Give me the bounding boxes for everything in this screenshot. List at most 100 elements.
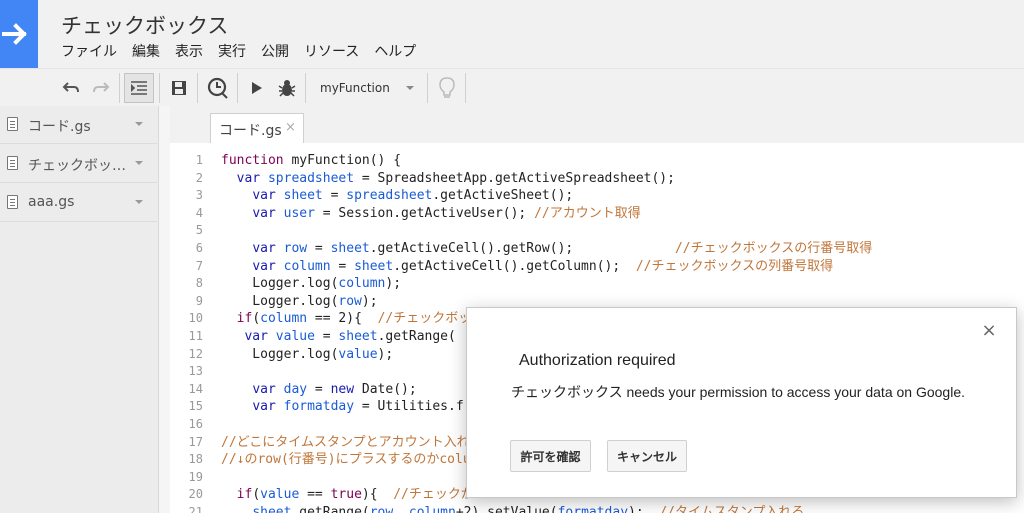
- code-line: Logger.log(row);: [221, 293, 378, 309]
- function-select[interactable]: myFunction: [312, 73, 422, 103]
- toolbar-divider: [305, 73, 306, 103]
- project-title[interactable]: チェックボックス: [61, 10, 228, 40]
- file-icon: [7, 156, 18, 170]
- triggers-button[interactable]: [204, 69, 232, 107]
- code-line: sheet.getRange(row, column+2).setValue(f…: [252, 505, 805, 513]
- line-number: 21: [188, 505, 203, 513]
- file-icon: [7, 195, 18, 209]
- menu-run[interactable]: 実行: [218, 41, 246, 61]
- line-number: 2: [195, 170, 203, 185]
- file-label: aaa.gs: [28, 194, 75, 210]
- line-number: 11: [188, 329, 203, 343]
- line-number: 15: [188, 399, 203, 414]
- menu-edit[interactable]: 編集: [132, 41, 160, 61]
- line-number: 17: [188, 434, 203, 449]
- arrow-right-icon: [2, 23, 27, 45]
- line-number: 10: [188, 311, 203, 326]
- file-sidebar: コード.gs チェックボッ… aaa.gs: [0, 106, 159, 513]
- line-number: 8: [195, 276, 203, 291]
- code-line: Logger.log(column);: [221, 276, 402, 292]
- sidebar-resize-handle[interactable]: [159, 106, 170, 513]
- menu-publish[interactable]: 公開: [261, 41, 289, 61]
- line-number: 13: [188, 364, 203, 379]
- code-line: Logger.log(value);: [221, 346, 394, 362]
- run-button[interactable]: [245, 69, 269, 107]
- line-number: 20: [188, 487, 203, 502]
- debug-bug-icon: [278, 80, 296, 97]
- indent-icon: [131, 81, 147, 95]
- app-header: チェックボックス ファイル 編集 表示 実行 公開 リソース ヘルプ: [0, 0, 1024, 68]
- toolbar-divider: [197, 73, 198, 103]
- file-icon: [7, 117, 18, 131]
- toolbar-divider: [427, 73, 428, 103]
- cancel-button[interactable]: キャンセル: [607, 440, 687, 472]
- line-number: 4: [195, 205, 203, 220]
- authorization-dialog: × Authorization required チェックボックス needs …: [466, 307, 1017, 498]
- indent-toggle-button[interactable]: [124, 73, 154, 103]
- code-line: var day = new Date();: [252, 381, 417, 397]
- menu-view[interactable]: 表示: [175, 41, 203, 61]
- chevron-down-icon[interactable]: [135, 161, 143, 165]
- run-icon: [252, 82, 262, 94]
- save-button[interactable]: [166, 69, 192, 107]
- toolbar-divider: [237, 73, 238, 103]
- line-number: 18: [188, 452, 203, 467]
- trigger-clock-icon: [207, 77, 228, 99]
- line-number: 3: [195, 188, 203, 203]
- code-line: //↓のrow(行番号)にプラスするのかcolu: [221, 452, 471, 468]
- review-permissions-button[interactable]: 許可を確認: [510, 440, 591, 472]
- lightbulb-button[interactable]: [434, 69, 460, 107]
- code-line: var spreadsheet = SpreadsheetApp.getActi…: [236, 170, 675, 186]
- debug-button[interactable]: [274, 69, 300, 107]
- line-number: 19: [188, 469, 203, 484]
- code-line: var row = sheet.getActiveCell().getRow()…: [252, 241, 873, 256]
- redo-icon: [93, 82, 110, 93]
- code-line: //どこにタイムスタンプとアカウント入れるか: [221, 434, 496, 450]
- line-number: 12: [188, 346, 203, 361]
- code-line: var sheet = spreadsheet.getActiveSheet()…: [252, 188, 574, 204]
- toolbar-divider: [465, 73, 466, 103]
- function-select-value: myFunction: [320, 81, 390, 95]
- code-line: var column = sheet.getActiveCell().getCo…: [252, 258, 834, 274]
- chevron-down-icon: [406, 86, 414, 90]
- save-icon: [172, 81, 186, 95]
- toolbar: myFunction: [0, 68, 1024, 108]
- tab-code-gs[interactable]: コード.gs ×: [210, 113, 304, 144]
- undo-button[interactable]: [58, 69, 84, 107]
- chevron-down-icon[interactable]: [135, 122, 143, 126]
- line-number: 6: [195, 241, 203, 255]
- code-line: function myFunction() {: [221, 153, 402, 168]
- chevron-down-icon[interactable]: [135, 200, 143, 204]
- line-number: 14: [188, 381, 203, 396]
- code-line: var value = sheet.getRange(: [244, 329, 456, 344]
- line-number: 5: [195, 223, 203, 238]
- dialog-title: Authorization required: [519, 352, 676, 369]
- apps-script-logo[interactable]: [0, 0, 38, 68]
- code-line: var formatday = Utilities.f: [252, 399, 464, 415]
- menu-help[interactable]: ヘルプ: [374, 41, 416, 61]
- file-label: チェックボッ…: [28, 158, 126, 174]
- menu-bar: ファイル 編集 表示 実行 公開 リソース ヘルプ: [61, 41, 416, 61]
- toolbar-divider: [159, 73, 160, 103]
- tab-label: コード.gs: [219, 123, 282, 139]
- line-number: 7: [195, 258, 203, 273]
- close-icon[interactable]: ×: [285, 120, 296, 135]
- code-line: if(column == 2){ //チェックボッ: [236, 311, 472, 327]
- file-label: コード.gs: [28, 119, 91, 135]
- code-line: var user = Session.getActiveUser(); //アカ…: [252, 205, 641, 221]
- menu-file[interactable]: ファイル: [61, 41, 117, 61]
- file-item-checkbox[interactable]: チェックボッ…: [0, 145, 157, 183]
- line-number: 16: [188, 417, 203, 431]
- redo-button[interactable]: [88, 69, 114, 107]
- close-icon[interactable]: ×: [980, 320, 998, 342]
- code-line: if(value == true){ //チェックが: [236, 487, 474, 503]
- lightbulb-icon: [439, 77, 455, 98]
- menu-resources[interactable]: リソース: [304, 41, 359, 61]
- line-number: 1: [195, 153, 203, 167]
- file-item-code-gs[interactable]: コード.gs: [0, 106, 157, 144]
- editor-tab-bar: コード.gs ×: [170, 106, 1024, 144]
- toolbar-divider: [119, 73, 120, 103]
- undo-icon: [62, 82, 79, 93]
- line-number: 9: [195, 293, 203, 308]
- file-item-aaa-gs[interactable]: aaa.gs: [0, 184, 157, 222]
